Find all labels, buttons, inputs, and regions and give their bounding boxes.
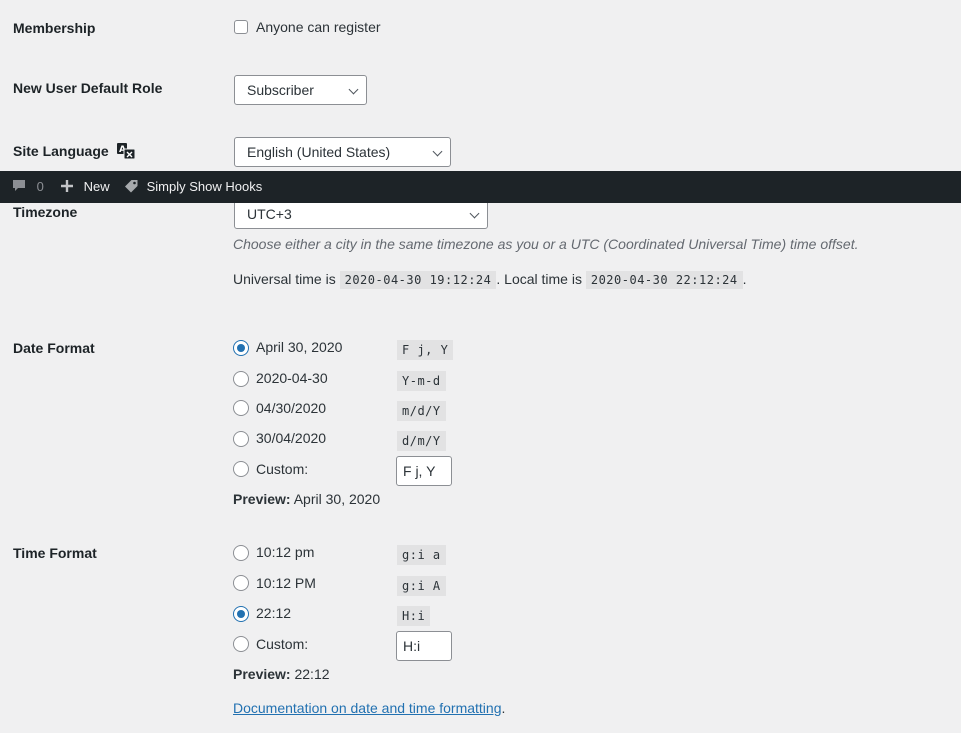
- date-format-option-label[interactable]: 2020-04-30: [256, 370, 328, 386]
- anyone-can-register-checkbox[interactable]: [234, 20, 248, 34]
- time-format-code: H:i: [397, 606, 431, 626]
- time-format-radio-0[interactable]: [233, 545, 249, 561]
- timezone-select[interactable]: UTC+3: [234, 199, 488, 229]
- date-format-option-label[interactable]: 30/04/2020: [256, 430, 326, 446]
- site-language-label: Site Language A: [13, 142, 136, 160]
- date-format-code: Y-m-d: [397, 371, 446, 391]
- time-format-radio-custom[interactable]: [233, 636, 249, 652]
- date-format-radio-0[interactable]: [233, 340, 249, 356]
- tag-icon: [125, 180, 138, 193]
- time-format-radio-1[interactable]: [233, 575, 249, 591]
- admin-bar: 0 New Simply Show Hooks: [0, 171, 961, 203]
- date-format-radio-custom[interactable]: [233, 461, 249, 477]
- simply-show-hooks-label: Simply Show Hooks: [146, 179, 263, 194]
- default-role-value: Subscriber: [247, 82, 314, 98]
- universal-time-value: 2020-04-30 19:12:24: [339, 271, 497, 289]
- time-summary: Universal time is 2020-04-30 19:12:24. L…: [233, 271, 747, 289]
- anyone-can-register-label[interactable]: Anyone can register: [256, 19, 381, 35]
- time-preview-value: 22:12: [294, 666, 330, 682]
- universal-time-prefix: Universal time is: [233, 271, 336, 287]
- time-format-custom-label[interactable]: Custom:: [256, 636, 308, 652]
- date-format-radio-2[interactable]: [233, 400, 249, 416]
- chevron-down-icon: [348, 84, 359, 95]
- date-format-label: Date Format: [13, 340, 95, 356]
- time-summary-suffix: .: [742, 271, 747, 287]
- membership-label: Membership: [13, 20, 96, 36]
- time-format-option-label[interactable]: 22:12: [256, 605, 291, 621]
- date-format-radio-3[interactable]: [233, 431, 249, 447]
- site-language-value: English (United States): [247, 144, 391, 160]
- date-format-code: d/m/Y: [397, 431, 446, 451]
- default-role-label: New User Default Role: [13, 80, 163, 96]
- admin-bar-new[interactable]: New: [60, 171, 110, 203]
- time-format-option-label[interactable]: 10:12 pm: [256, 544, 314, 560]
- admin-bar-comments[interactable]: 0: [11, 171, 44, 203]
- time-format-custom-input[interactable]: H:i: [396, 631, 452, 661]
- doc-link-suffix: .: [501, 700, 506, 716]
- site-language-text: Site Language: [13, 143, 109, 159]
- timezone-description: Choose either a city in the same timezon…: [233, 236, 859, 252]
- local-time-value: 2020-04-30 22:12:24: [585, 271, 743, 289]
- translation-icon: A: [116, 143, 136, 160]
- new-label: New: [83, 179, 110, 194]
- doc-link-line: Documentation on date and time formattin…: [233, 700, 505, 716]
- date-preview-label: Preview:: [233, 491, 291, 507]
- time-format-label: Time Format: [13, 545, 97, 561]
- date-format-code: m/d/Y: [397, 401, 446, 421]
- local-time-prefix: . Local time is: [496, 271, 582, 287]
- chevron-down-icon: [432, 146, 443, 157]
- date-format-custom-label[interactable]: Custom:: [256, 461, 308, 477]
- admin-bar-simply-show-hooks[interactable]: Simply Show Hooks: [124, 171, 262, 203]
- time-format-option-label[interactable]: 10:12 PM: [256, 575, 316, 591]
- date-format-option-label[interactable]: 04/30/2020: [256, 400, 326, 416]
- doc-link[interactable]: Documentation on date and time formattin…: [233, 700, 502, 716]
- plus-icon: [61, 180, 73, 192]
- comment-icon: [13, 180, 25, 191]
- comments-count: 0: [36, 179, 44, 194]
- default-role-select[interactable]: Subscriber: [234, 75, 367, 105]
- time-format-code: g:i A: [397, 576, 446, 596]
- time-format-code: g:i a: [397, 545, 446, 565]
- date-preview-value: April 30, 2020: [293, 491, 381, 507]
- timezone-value: UTC+3: [247, 206, 292, 222]
- date-format-option-label[interactable]: April 30, 2020: [256, 339, 342, 355]
- date-format-custom-input[interactable]: F j, Y: [396, 456, 452, 486]
- time-preview-label: Preview:: [233, 666, 291, 682]
- date-format-radio-1[interactable]: [233, 371, 249, 387]
- time-format-preview: Preview: 22:12: [233, 666, 330, 682]
- date-format-preview: Preview: April 30, 2020: [233, 491, 380, 507]
- chevron-down-icon: [469, 208, 480, 219]
- timezone-label: Timezone: [13, 204, 78, 220]
- time-format-radio-2[interactable]: [233, 606, 249, 622]
- date-format-code: F j, Y: [397, 340, 454, 360]
- site-language-select[interactable]: English (United States): [234, 137, 451, 167]
